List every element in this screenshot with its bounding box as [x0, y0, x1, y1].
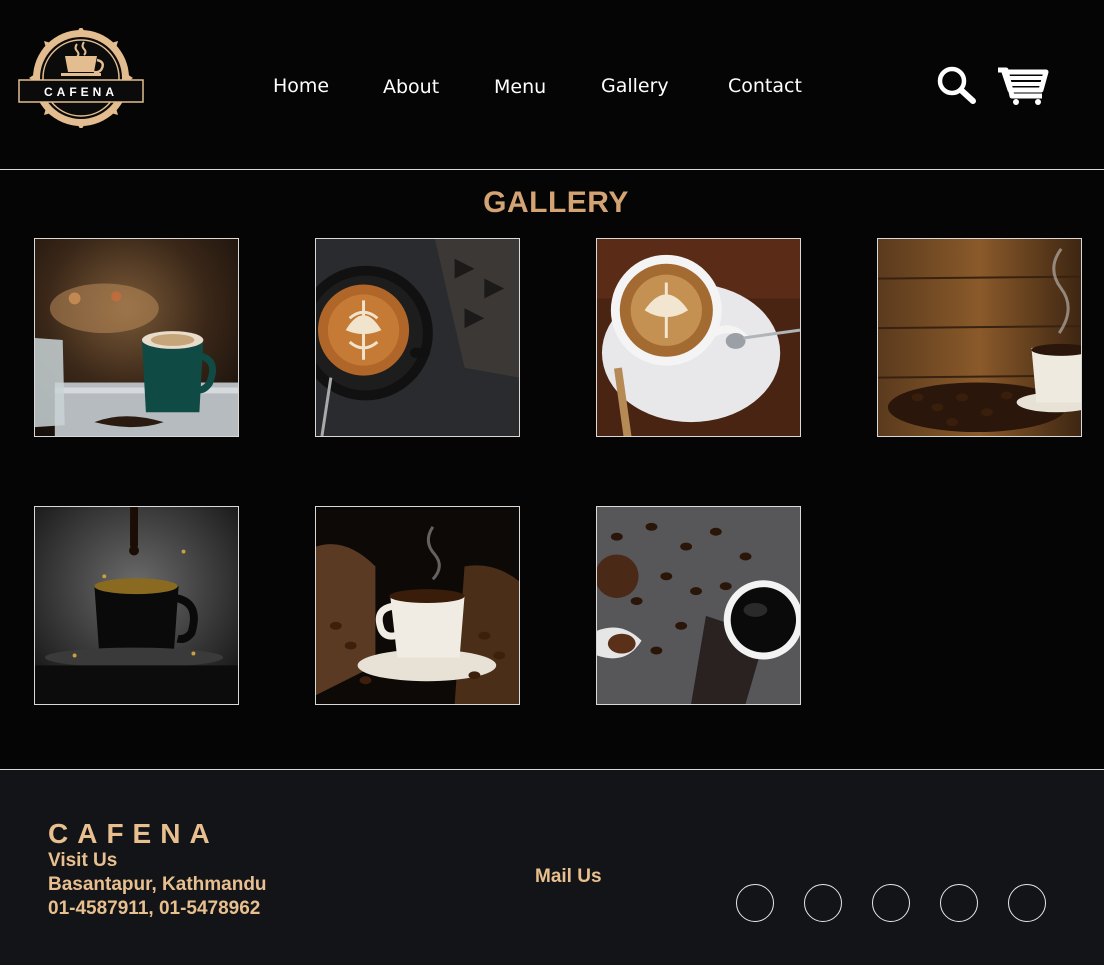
- header-divider: [0, 169, 1104, 170]
- image-coffee-cup-beans-burlap: [316, 507, 519, 704]
- social-icon-2[interactable]: [804, 884, 842, 922]
- gallery-image-2[interactable]: [315, 238, 520, 437]
- gallery-title: GALLERY: [483, 186, 629, 219]
- social-icon-5[interactable]: [1008, 884, 1046, 922]
- nav-about[interactable]: About: [383, 76, 439, 98]
- gallery-image-1[interactable]: [34, 238, 239, 437]
- image-latte-art-green-cup: [35, 239, 238, 436]
- gallery-image-5[interactable]: [34, 506, 239, 705]
- image-black-coffee-beans-grounds: [597, 507, 800, 704]
- image-latte-art-top-view: [316, 239, 519, 436]
- cart-icon[interactable]: [996, 66, 1050, 106]
- social-icon-1[interactable]: [736, 884, 774, 922]
- image-cappuccino-white-cup: [597, 239, 800, 436]
- nav-gallery[interactable]: Gallery: [601, 75, 669, 97]
- gallery-image-7[interactable]: [596, 506, 801, 705]
- nav-menu[interactable]: Menu: [494, 76, 546, 98]
- image-coffee-splash-black-cup: [35, 507, 238, 704]
- search-icon[interactable]: [936, 66, 978, 106]
- nav-contact[interactable]: Contact: [728, 75, 802, 97]
- site-footer: CAFENA Visit Us Basantapur, Kathmandu 01…: [0, 770, 1104, 965]
- mail-us-link[interactable]: Mail Us: [535, 866, 602, 888]
- nav-home[interactable]: Home: [273, 75, 329, 97]
- gallery-image-3[interactable]: [596, 238, 801, 437]
- image-steaming-coffee-beans-wood: [878, 239, 1081, 436]
- social-icon-3[interactable]: [872, 884, 910, 922]
- site-header: CAFENA Home About Menu Gallery Contact: [0, 0, 1104, 169]
- gallery-image-6[interactable]: [315, 506, 520, 705]
- footer-phones: 01-4587911, 01-5478962: [48, 898, 261, 919]
- social-icon-4[interactable]: [940, 884, 978, 922]
- footer-address: Basantapur, Kathmandu: [48, 874, 267, 895]
- gallery-image-4[interactable]: [877, 238, 1082, 437]
- footer-brand: CAFENA: [48, 818, 219, 849]
- visit-us-heading: Visit Us: [48, 850, 118, 871]
